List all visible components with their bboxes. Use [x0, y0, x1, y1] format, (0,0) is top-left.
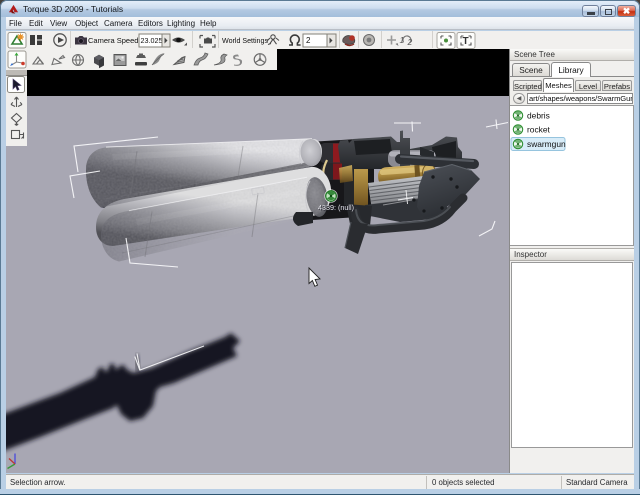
- svg-text:rocket: rocket: [527, 125, 550, 135]
- svg-text:23.025: 23.025: [141, 36, 163, 45]
- svg-text:1: 1: [400, 35, 405, 45]
- svg-text:swarmgun: swarmgun: [527, 139, 566, 149]
- svg-text:4339: (null): 4339: (null): [318, 203, 354, 212]
- svg-text:2: 2: [306, 36, 311, 45]
- svg-text:2: 2: [407, 37, 413, 47]
- svg-text:Camera Speed: Camera Speed: [88, 36, 138, 45]
- svg-text:debris: debris: [527, 111, 550, 121]
- svg-text:T: T: [463, 36, 469, 47]
- svg-text:World Settings: World Settings: [222, 37, 268, 45]
